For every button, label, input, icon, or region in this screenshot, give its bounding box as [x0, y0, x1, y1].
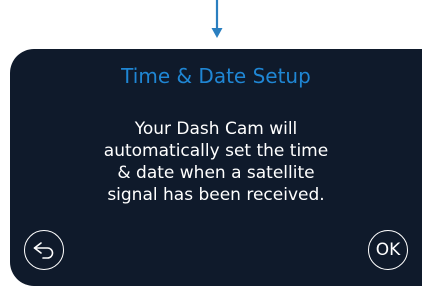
message-line: & date when a satellite	[117, 163, 315, 183]
message-line: automatically set the time	[103, 141, 329, 161]
message-line: Your Dash Cam will	[134, 119, 298, 139]
dialog-message: Your Dash Cam will automatically set the…	[60, 118, 372, 206]
dialog-title: Time & Date Setup	[121, 64, 311, 88]
dashcam-screen: Time & Date Setup Your Dash Cam will aut…	[10, 49, 422, 286]
back-button[interactable]	[24, 230, 64, 270]
pointer-arrow-icon	[211, 0, 223, 38]
ok-button-label: OK	[375, 239, 401, 260]
ok-button[interactable]: OK	[368, 230, 408, 270]
back-arrow-icon	[33, 242, 54, 259]
message-line: signal has been received.	[107, 185, 325, 205]
